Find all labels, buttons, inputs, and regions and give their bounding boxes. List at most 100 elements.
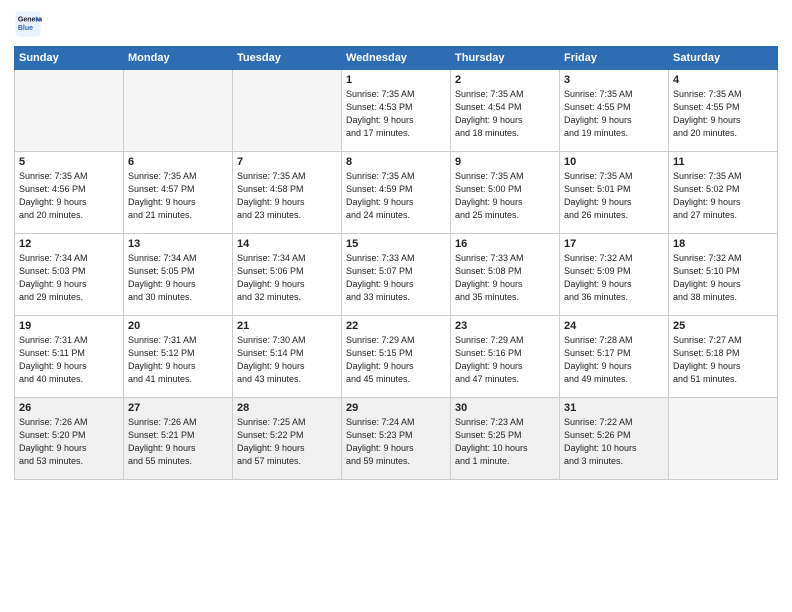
calendar-cell: 13Sunrise: 7:34 AM Sunset: 5:05 PM Dayli… — [124, 234, 233, 316]
calendar-cell: 26Sunrise: 7:26 AM Sunset: 5:20 PM Dayli… — [15, 398, 124, 480]
day-info: Sunrise: 7:35 AM Sunset: 4:56 PM Dayligh… — [19, 170, 119, 222]
calendar-cell: 11 Sunrise: 7:35 AM Sunset: 5:02 PM Dayli… — [669, 152, 778, 234]
day-info: Sunrise: 7:35 AM Sunset: 5:02 PM Dayligh… — [673, 170, 773, 222]
calendar-cell: 24 Sunrise: 7:28 AM Sunset: 5:17 PM Dayli… — [560, 316, 669, 398]
day-info: Sunrise: 7:35 AM Sunset: 4:59 PM Dayligh… — [346, 170, 446, 222]
day-info: Sunrise: 7:26 AM Sunset: 5:21 PM Dayligh… — [128, 416, 228, 468]
day-number: 3 — [564, 74, 664, 86]
calendar-cell: 14Sunrise: 7:34 AM Sunset: 5:06 PM Dayli… — [233, 234, 342, 316]
weekday-header: Monday — [124, 47, 233, 70]
calendar-cell: 8 Sunrise: 7:35 AM Sunset: 4:59 PM Daylig… — [342, 152, 451, 234]
day-number: 9 — [455, 156, 555, 168]
day-info: Sunrise: 7:35 AM Sunset: 4:54 PM Dayligh… — [455, 88, 555, 140]
calendar-cell — [669, 398, 778, 480]
day-info: Sunrise: 7:35 AM Sunset: 4:55 PM Dayligh… — [564, 88, 664, 140]
day-info: Sunrise: 7:31 AM Sunset: 5:11 PM Dayligh… — [19, 334, 119, 386]
calendar-cell: 7Sunrise: 7:35 AM Sunset: 4:58 PM Daylig… — [233, 152, 342, 234]
weekday-header-row: SundayMondayTuesdayWednesdayThursdayFrid… — [15, 47, 778, 70]
day-info: Sunrise: 7:25 AM Sunset: 5:22 PM Dayligh… — [237, 416, 337, 468]
day-info: Sunrise: 7:35 AM Sunset: 4:57 PM Dayligh… — [128, 170, 228, 222]
day-info: Sunrise: 7:35 AM Sunset: 5:00 PM Dayligh… — [455, 170, 555, 222]
svg-text:Blue: Blue — [18, 25, 33, 32]
day-number: 2 — [455, 74, 555, 86]
day-info: Sunrise: 7:33 AM Sunset: 5:07 PM Dayligh… — [346, 252, 446, 304]
calendar-cell: 1 Sunrise: 7:35 AM Sunset: 4:53 PM Daylig… — [342, 70, 451, 152]
calendar-cell: 9 Sunrise: 7:35 AM Sunset: 5:00 PM Daylig… — [451, 152, 560, 234]
calendar-cell — [124, 70, 233, 152]
calendar-cell: 17 Sunrise: 7:32 AM Sunset: 5:09 PM Dayli… — [560, 234, 669, 316]
day-info: Sunrise: 7:27 AM Sunset: 5:18 PM Dayligh… — [673, 334, 773, 386]
weekday-header: Wednesday — [342, 47, 451, 70]
day-number: 8 — [346, 156, 446, 168]
day-number: 18 — [673, 238, 773, 250]
day-info: Sunrise: 7:35 AM Sunset: 4:53 PM Dayligh… — [346, 88, 446, 140]
header: General Blue — [14, 10, 778, 38]
day-number: 4 — [673, 74, 773, 86]
day-number: 23 — [455, 320, 555, 332]
day-info: Sunrise: 7:24 AM Sunset: 5:23 PM Dayligh… — [346, 416, 446, 468]
calendar-cell: 3 Sunrise: 7:35 AM Sunset: 4:55 PM Daylig… — [560, 70, 669, 152]
weekday-header: Tuesday — [233, 47, 342, 70]
weekday-header: Saturday — [669, 47, 778, 70]
calendar-cell: 25 Sunrise: 7:27 AM Sunset: 5:18 PM Dayli… — [669, 316, 778, 398]
calendar-cell: 21 Sunrise: 7:30 AM Sunset: 5:14 PM Dayli… — [233, 316, 342, 398]
day-info: Sunrise: 7:29 AM Sunset: 5:16 PM Dayligh… — [455, 334, 555, 386]
day-info: Sunrise: 7:34 AM Sunset: 5:05 PM Dayligh… — [128, 252, 228, 304]
day-number: 26 — [19, 402, 119, 414]
calendar-cell: 20 Sunrise: 7:31 AM Sunset: 5:12 PM Dayli… — [124, 316, 233, 398]
day-info: Sunrise: 7:31 AM Sunset: 5:12 PM Dayligh… — [128, 334, 228, 386]
day-info: Sunrise: 7:29 AM Sunset: 5:15 PM Dayligh… — [346, 334, 446, 386]
calendar-cell: 27 Sunrise: 7:26 AM Sunset: 5:21 PM Dayli… — [124, 398, 233, 480]
day-number: 20 — [128, 320, 228, 332]
day-number: 6 — [128, 156, 228, 168]
calendar-week-row: 5 Sunrise: 7:35 AM Sunset: 4:56 PM Daylig… — [15, 152, 778, 234]
day-number: 5 — [19, 156, 119, 168]
calendar-table: SundayMondayTuesdayWednesdayThursdayFrid… — [14, 46, 778, 480]
day-number: 7 — [237, 156, 337, 168]
day-number: 25 — [673, 320, 773, 332]
calendar-cell: 16 Sunrise: 7:33 AM Sunset: 5:08 PM Dayli… — [451, 234, 560, 316]
weekday-header: Thursday — [451, 47, 560, 70]
calendar-week-row: 19 Sunrise: 7:31 AM Sunset: 5:11 PM Dayli… — [15, 316, 778, 398]
day-number: 22 — [346, 320, 446, 332]
day-number: 1 — [346, 74, 446, 86]
day-number: 31 — [564, 402, 664, 414]
day-number: 24 — [564, 320, 664, 332]
day-number: 14 — [237, 238, 337, 250]
weekday-header: Friday — [560, 47, 669, 70]
day-number: 30 — [455, 402, 555, 414]
day-info: Sunrise: 7:33 AM Sunset: 5:08 PM Dayligh… — [455, 252, 555, 304]
day-number: 16 — [455, 238, 555, 250]
day-info: Sunrise: 7:32 AM Sunset: 5:09 PM Dayligh… — [564, 252, 664, 304]
day-info: Sunrise: 7:35 AM Sunset: 4:55 PM Dayligh… — [673, 88, 773, 140]
calendar-week-row: 1 Sunrise: 7:35 AM Sunset: 4:53 PM Daylig… — [15, 70, 778, 152]
calendar-cell: 28Sunrise: 7:25 AM Sunset: 5:22 PM Dayli… — [233, 398, 342, 480]
day-number: 29 — [346, 402, 446, 414]
day-number: 27 — [128, 402, 228, 414]
calendar-cell: 22 Sunrise: 7:29 AM Sunset: 5:15 PM Dayli… — [342, 316, 451, 398]
day-number: 15 — [346, 238, 446, 250]
day-number: 11 — [673, 156, 773, 168]
calendar-week-row: 12Sunrise: 7:34 AM Sunset: 5:03 PM Dayli… — [15, 234, 778, 316]
day-info: Sunrise: 7:22 AM Sunset: 5:26 PM Dayligh… — [564, 416, 664, 468]
day-info: Sunrise: 7:28 AM Sunset: 5:17 PM Dayligh… — [564, 334, 664, 386]
day-number: 12 — [19, 238, 119, 250]
calendar-cell: 23 Sunrise: 7:29 AM Sunset: 5:16 PM Dayli… — [451, 316, 560, 398]
day-number: 21 — [237, 320, 337, 332]
weekday-header: Sunday — [15, 47, 124, 70]
day-info: Sunrise: 7:30 AM Sunset: 5:14 PM Dayligh… — [237, 334, 337, 386]
calendar-cell: 29 Sunrise: 7:24 AM Sunset: 5:23 PM Dayli… — [342, 398, 451, 480]
day-number: 17 — [564, 238, 664, 250]
logo: General Blue — [14, 10, 42, 38]
calendar-cell — [233, 70, 342, 152]
calendar-week-row: 26Sunrise: 7:26 AM Sunset: 5:20 PM Dayli… — [15, 398, 778, 480]
day-info: Sunrise: 7:32 AM Sunset: 5:10 PM Dayligh… — [673, 252, 773, 304]
calendar-cell: 15 Sunrise: 7:33 AM Sunset: 5:07 PM Dayli… — [342, 234, 451, 316]
calendar-cell: 30Sunrise: 7:23 AM Sunset: 5:25 PM Dayli… — [451, 398, 560, 480]
calendar-cell: 12Sunrise: 7:34 AM Sunset: 5:03 PM Dayli… — [15, 234, 124, 316]
calendar-cell: 31 Sunrise: 7:22 AM Sunset: 5:26 PM Dayli… — [560, 398, 669, 480]
day-number: 19 — [19, 320, 119, 332]
calendar-cell: 5 Sunrise: 7:35 AM Sunset: 4:56 PM Daylig… — [15, 152, 124, 234]
calendar-cell: 18 Sunrise: 7:32 AM Sunset: 5:10 PM Dayli… — [669, 234, 778, 316]
calendar-cell: 4 Sunrise: 7:35 AM Sunset: 4:55 PM Daylig… — [669, 70, 778, 152]
